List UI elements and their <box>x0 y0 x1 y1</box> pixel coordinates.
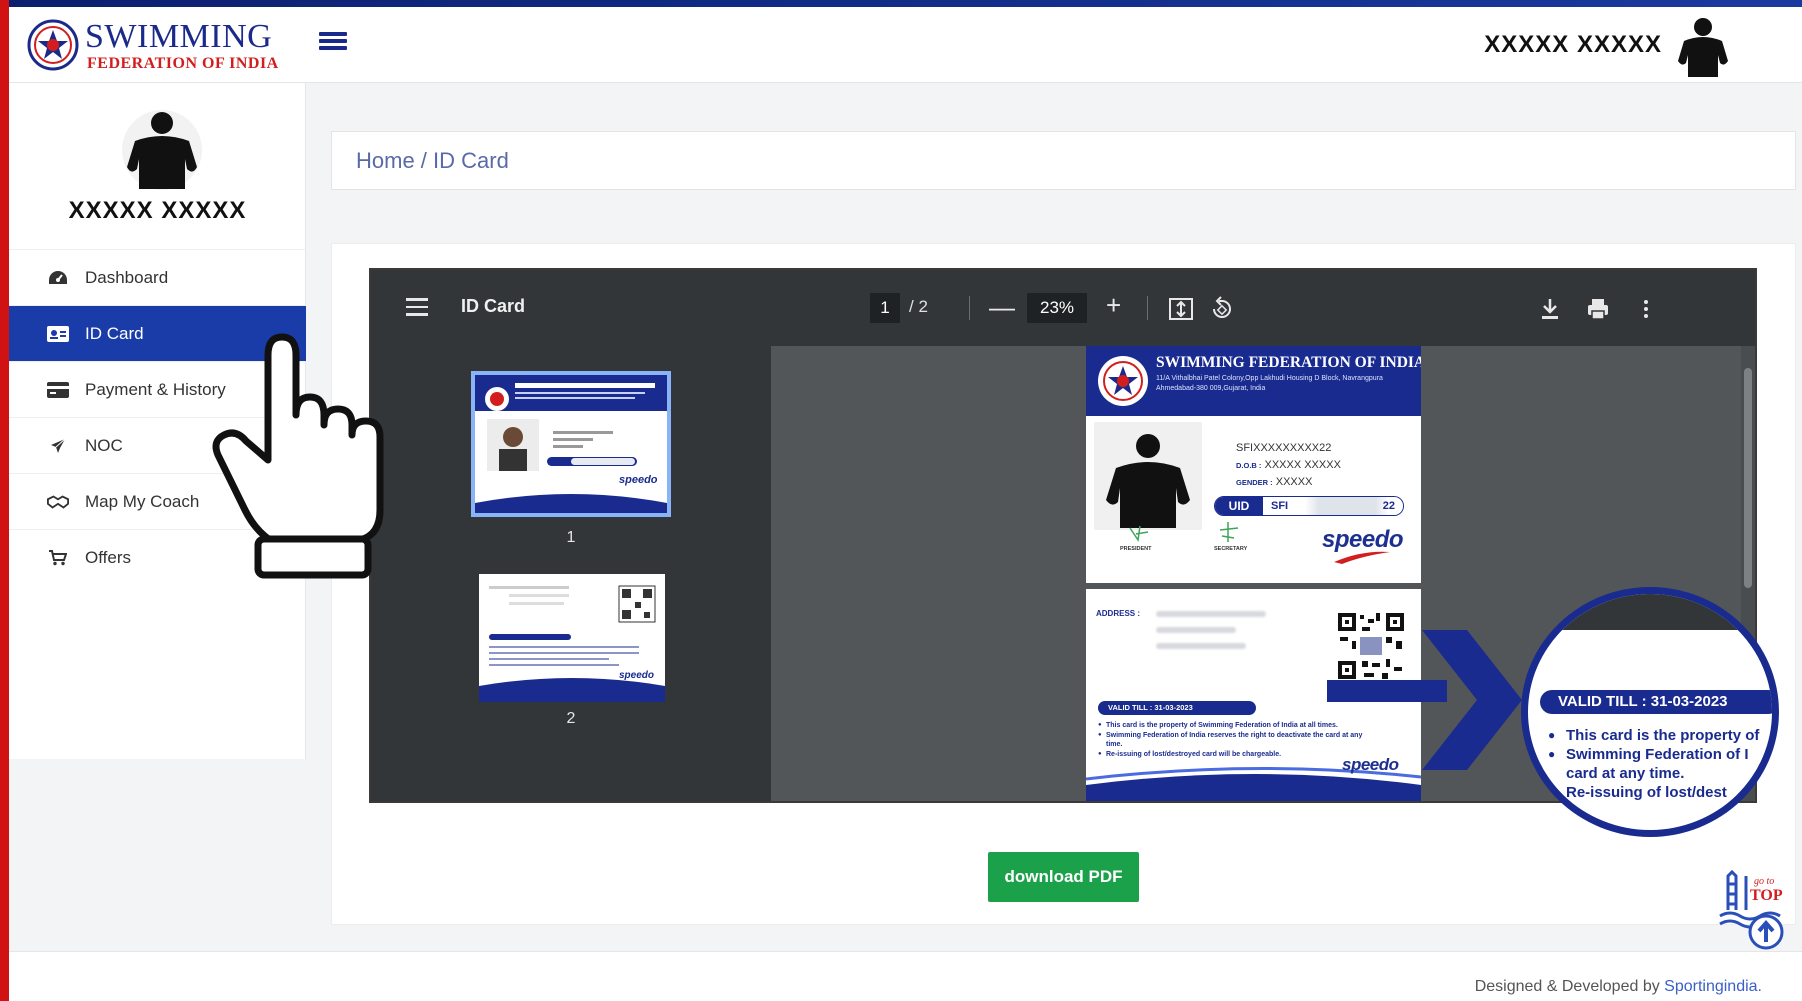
breadcrumb[interactable]: Home / ID Card <box>331 131 1796 190</box>
brand-subtitle: FEDERATION OF INDIA <box>87 55 279 72</box>
sidebar-item-label: NOC <box>85 435 123 455</box>
redacted-address-line <box>1156 643 1246 649</box>
go-to-top-icon: go to TOP <box>1719 869 1784 950</box>
card-dob: D.O.B : XXXXX XXXXX <box>1236 459 1341 471</box>
toolbar-divider <box>969 296 970 320</box>
callout-arrow-icon <box>1327 630 1522 770</box>
download-icon[interactable] <box>1537 296 1563 322</box>
id-card-front: SWIMMING FEDERATION OF INDIA 11/A Vithal… <box>1086 346 1421 583</box>
valid-till-zoom-callout: VALID TILL : 31-03-2023 This card is the… <box>1521 587 1779 837</box>
menu-toggle-button[interactable] <box>319 29 347 57</box>
footer: Designed & Developed by Sportingindia. <box>9 951 1802 1001</box>
card-org-address: 11/A Vithalbhai Patel Colony,Opp Lakhudi… <box>1156 375 1383 392</box>
page-thumbnail-1[interactable]: speedo <box>471 371 671 517</box>
zoom-out-icon[interactable]: — <box>989 292 1015 323</box>
secretary-signature <box>1219 522 1239 542</box>
zoom-term-line: card at any time. <box>1566 765 1685 782</box>
thumbnail-card-front-image: speedo <box>475 375 667 513</box>
header-user-name[interactable]: XXXXX XXXXX <box>1484 31 1662 59</box>
id-card-icon <box>47 323 69 345</box>
pdf-document-title: ID Card <box>461 296 526 316</box>
toolbar-divider <box>1147 296 1148 320</box>
more-options-icon[interactable] <box>1633 296 1659 322</box>
zoom-toolbar-fragment <box>1528 594 1772 630</box>
pdf-page-input[interactable]: 1 <box>870 293 900 323</box>
sidebar-item-dashboard[interactable]: Dashboard <box>9 249 306 305</box>
sponsor-swoosh-icon <box>1334 551 1390 564</box>
left-accent-strip <box>0 0 9 1001</box>
pdf-sidebar-toggle-icon[interactable] <box>406 298 428 316</box>
svg-text:speedo: speedo <box>619 474 658 486</box>
credit-card-icon <box>47 379 69 401</box>
sidebar-user-name: XXXXX XXXXX <box>68 197 247 224</box>
president-signature <box>1129 525 1149 543</box>
federation-emblem-icon <box>27 19 79 71</box>
pdf-scrollbar-thumb[interactable] <box>1744 368 1752 588</box>
thumbnail-card-back-image: speedo <box>479 574 665 702</box>
thumbnail-page-number: 1 <box>566 529 576 546</box>
svg-text:TOP: TOP <box>1750 887 1783 904</box>
sidebar-item-label: Dashboard <box>85 267 169 287</box>
zoom-term-line: Re-issuing of lost/dest <box>1566 784 1727 801</box>
card-uid-badge: UID SFI 22 <box>1214 496 1404 516</box>
go-to-top-button[interactable]: go to TOP <box>1718 869 1790 952</box>
card-address-label: ADDRESS : <box>1096 609 1141 618</box>
dashboard-icon <box>47 267 69 289</box>
svg-text:speedo: speedo <box>619 670 654 681</box>
zoom-terms-list: This card is the property of Swimming Fe… <box>1548 726 1772 802</box>
sidebar-item-label: Map My Coach <box>85 491 200 511</box>
footer-developer-link[interactable]: Sportingindia. <box>1664 978 1762 995</box>
page-thumbnail-2[interactable]: speedo <box>479 574 665 702</box>
zoom-term-line: This card is the property of <box>1548 726 1772 745</box>
zoom-in-icon[interactable]: + <box>1106 290 1121 321</box>
profile-avatar-icon <box>122 110 202 190</box>
zoom-term-line: Swimming Federation of I <box>1548 745 1772 764</box>
rotate-icon[interactable] <box>1209 296 1235 322</box>
thumbnail-page-number: 2 <box>566 710 576 727</box>
card-uid-value: SFI 22 <box>1263 497 1403 515</box>
pdf-zoom-input[interactable]: 23% <box>1027 293 1087 323</box>
sidebar-item-label: Offers <box>85 547 131 567</box>
top-bar: SWIMMING FEDERATION OF INDIA XXXXX XXXXX <box>9 7 1802 83</box>
redacted-address-line <box>1156 611 1266 617</box>
zoom-valid-till: VALID TILL : 31-03-2023 <box>1540 690 1772 714</box>
card-uid-label: UID <box>1215 497 1263 515</box>
fit-page-icon[interactable] <box>1168 296 1194 322</box>
card-dob-label: D.O.B : <box>1236 461 1262 470</box>
card-sfi-number: SFIXXXXXXXXX22 <box>1236 442 1332 454</box>
card-org-name: SWIMMING FEDERATION OF INDIA <box>1156 354 1421 371</box>
card-uid-suffix: 22 <box>1382 500 1395 512</box>
pointing-hand-icon <box>212 333 384 579</box>
print-icon[interactable] <box>1585 296 1611 322</box>
card-president-label: PRESIDENT <box>1120 546 1152 552</box>
brand-title: SWIMMING <box>85 18 273 55</box>
user-avatar-icon[interactable] <box>1674 15 1732 79</box>
svg-text:go to: go to <box>1754 876 1774 887</box>
federation-emblem-icon <box>1098 356 1148 406</box>
pdf-total-pages: 2 <box>918 297 928 316</box>
sidebar-item-label: Payment & History <box>85 379 226 399</box>
download-pdf-button[interactable]: download PDF <box>988 852 1139 902</box>
footer-credit-prefix: Designed & Developed by <box>1474 978 1665 995</box>
card-valid-till: VALID TILL : 31-03-2023 <box>1098 701 1256 715</box>
cart-icon <box>47 547 69 569</box>
plane-icon <box>47 435 69 457</box>
top-accent-strip <box>0 0 1802 7</box>
card-gender-value: XXXXX <box>1275 476 1313 488</box>
card-gender: GENDER : XXXXX <box>1236 476 1312 488</box>
redacted-address-line <box>1156 627 1236 633</box>
member-silhouette-icon <box>1106 434 1190 528</box>
card-dob-value: XXXXX XXXXX <box>1264 459 1341 471</box>
pdf-thumbnail-pane: speedo 1 speedo 2 <box>371 346 771 801</box>
card-member-photo <box>1094 422 1202 530</box>
handshake-icon <box>47 491 69 513</box>
card-gender-label: GENDER : <box>1236 478 1273 487</box>
pdf-toolbar: ID Card 1 / 2 — 23% + <box>371 270 1755 346</box>
sidebar-item-label: ID Card <box>85 323 144 343</box>
card-uid-prefix: SFI <box>1271 500 1289 512</box>
footer-credit: Designed & Developed by Sportingindia. <box>1475 978 1762 996</box>
brand-logo[interactable]: SWIMMING FEDERATION OF INDIA <box>27 15 279 75</box>
pdf-page-total: / 2 <box>909 297 928 316</box>
card-secretary-label: SECRETARY <box>1214 546 1248 552</box>
